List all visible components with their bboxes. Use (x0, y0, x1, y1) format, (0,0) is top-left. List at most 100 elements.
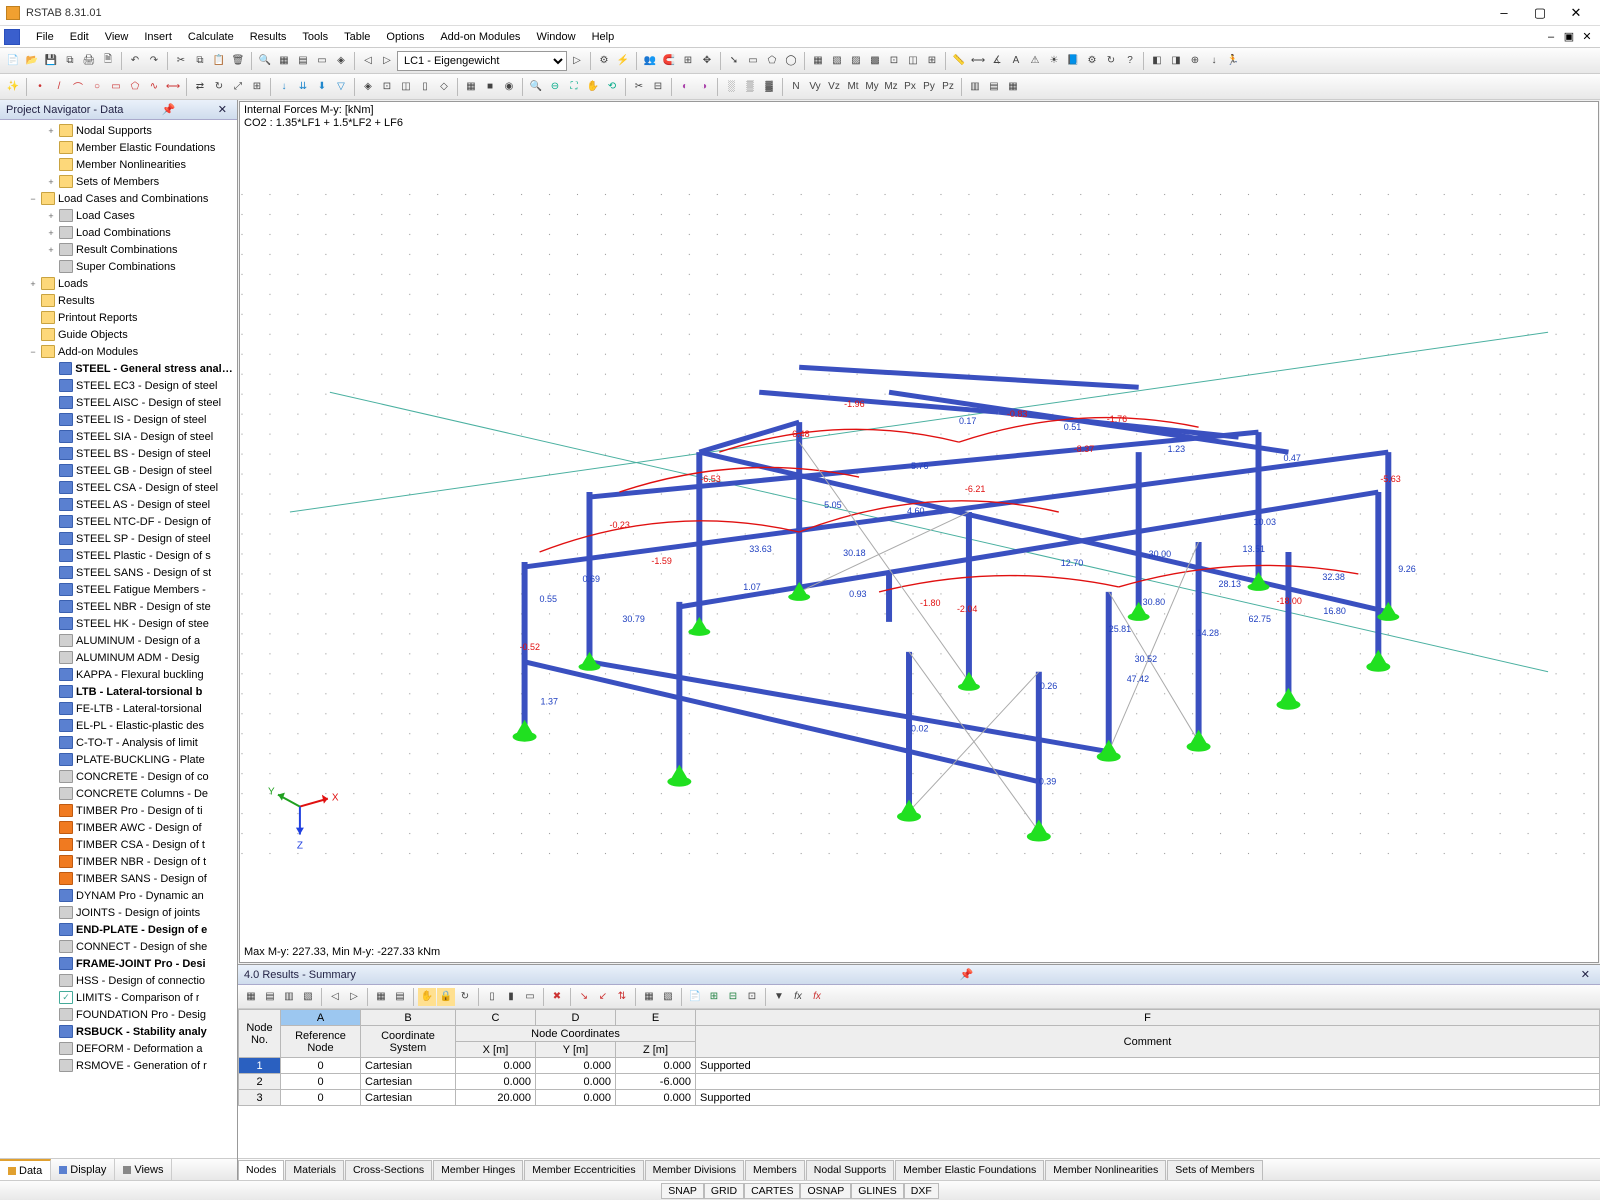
tb2-wand-icon[interactable]: ✨ (4, 78, 22, 96)
tree-item[interactable]: STEEL HK - Design of stee (0, 615, 237, 632)
tb-refresh-icon[interactable]: ↻ (1102, 52, 1120, 70)
tree-item[interactable]: DEFORM - Deformation a (0, 1040, 237, 1057)
tree-item[interactable]: STEEL GB - Design of steel (0, 462, 237, 479)
tb2-zoom-out-icon[interactable]: ⊖ (546, 78, 564, 96)
tb2-rect-icon[interactable]: ▭ (107, 78, 125, 96)
expand-icon[interactable]: + (46, 245, 56, 255)
tb2-orbit-icon[interactable]: ⟲ (603, 78, 621, 96)
tb-show6-icon[interactable]: ◫ (904, 52, 922, 70)
tb2-load2-icon[interactable]: ⇊ (294, 78, 312, 96)
tree-item[interactable]: CONCRETE - Design of co (0, 768, 237, 785)
menu-results[interactable]: Results (242, 29, 295, 45)
tb-cut-icon[interactable]: ✂ (172, 52, 190, 70)
tb2-zoom-fit-icon[interactable]: ⛶ (565, 78, 583, 96)
tree-item[interactable]: TIMBER Pro - Design of ti (0, 802, 237, 819)
tb-measure-icon[interactable]: 📏 (950, 52, 968, 70)
status-cartes[interactable]: CARTES (744, 1183, 800, 1199)
expand-icon[interactable]: + (46, 126, 56, 136)
tb-next2-icon[interactable]: ▷ (568, 52, 586, 70)
tb2-poly-icon[interactable]: ⬠ (126, 78, 144, 96)
table-row[interactable]: 20Cartesian0.0000.000-6.000 (239, 1074, 1600, 1090)
tb-gear-icon[interactable]: ⚙ (1083, 52, 1101, 70)
tree-item[interactable]: Printout Reports (0, 309, 237, 326)
maximize-button[interactable]: ▢ (1522, 1, 1558, 25)
cell[interactable]: Supported (696, 1090, 1600, 1106)
nav-tab-display[interactable]: Display (51, 1159, 115, 1180)
tb2-array-icon[interactable]: ⊞ (248, 78, 266, 96)
col-comment[interactable]: Comment (696, 1026, 1600, 1058)
bottom-tab-nodal-supports[interactable]: Nodal Supports (806, 1160, 894, 1180)
tree-item[interactable]: TIMBER CSA - Design of t (0, 836, 237, 853)
bottom-tab-members[interactable]: Members (745, 1160, 805, 1180)
status-glines[interactable]: GLINES (851, 1183, 904, 1199)
menu-file[interactable]: File (28, 29, 62, 45)
tree-item[interactable]: HSS - Design of connectio (0, 972, 237, 989)
bottom-tab-nodes[interactable]: Nodes (238, 1160, 284, 1180)
tb-print-icon[interactable]: 🖨 (80, 52, 98, 70)
rtb-1-icon[interactable]: ▦ (242, 988, 260, 1006)
tb2-view-side-icon[interactable]: ▯ (416, 78, 434, 96)
tb-book-icon[interactable]: 📘 (1064, 52, 1082, 70)
tree-item[interactable]: STEEL AS - Design of steel (0, 496, 237, 513)
tb2-view-iso-icon[interactable]: ◈ (359, 78, 377, 96)
results-pin-icon[interactable]: 📌 (955, 968, 977, 981)
tree-item[interactable]: ✓LIMITS - Comparison of r (0, 989, 237, 1006)
tb2-mirror-icon[interactable]: ⇄ (191, 78, 209, 96)
tree-item[interactable]: +Result Combinations (0, 241, 237, 258)
tree-item[interactable]: TIMBER SANS - Design of (0, 870, 237, 887)
tb-find-icon[interactable]: 🔍 (256, 52, 274, 70)
bottom-tab-materials[interactable]: Materials (285, 1160, 344, 1180)
tree-item[interactable]: ALUMINUM - Design of a (0, 632, 237, 649)
tb-next-icon[interactable]: ▷ (378, 52, 396, 70)
tree-item[interactable]: JOINTS - Design of joints (0, 904, 237, 921)
rtb-grid1-icon[interactable]: ▦ (640, 988, 658, 1006)
menu-addon-modules[interactable]: Add-on Modules (432, 29, 528, 45)
tb2-load1-icon[interactable]: ↓ (275, 78, 293, 96)
cell[interactable]: Cartesian (361, 1074, 456, 1090)
tb-show7-icon[interactable]: ⊞ (923, 52, 941, 70)
menu-window[interactable]: Window (528, 29, 583, 45)
tb2-vy-icon[interactable]: Vy (806, 78, 824, 96)
row-header[interactable]: 1 (239, 1058, 281, 1074)
tb-undo-icon[interactable]: ↶ (126, 52, 144, 70)
rtb-csv-icon[interactable]: ⊡ (743, 988, 761, 1006)
tree-item[interactable]: −Load Cases and Combinations (0, 190, 237, 207)
tree-item[interactable]: −Add-on Modules (0, 343, 237, 360)
tb-help-icon[interactable]: ? (1121, 52, 1139, 70)
bottom-tab-member-eccentricities[interactable]: Member Eccentricities (524, 1160, 643, 1180)
tree-item[interactable]: FOUNDATION Pro - Desig (0, 1006, 237, 1023)
tree-item[interactable]: +Load Combinations (0, 224, 237, 241)
tb-redo-icon[interactable]: ↷ (145, 52, 163, 70)
tb2-n-icon[interactable]: N (787, 78, 805, 96)
rtb-fx2-icon[interactable]: fx (808, 988, 826, 1006)
tb-mod2-icon[interactable]: ◨ (1167, 52, 1185, 70)
tb2-load4-icon[interactable]: ▽ (332, 78, 350, 96)
rtb-col2-icon[interactable]: ▮ (502, 988, 520, 1006)
tree-item[interactable]: END-PLATE - Design of e (0, 921, 237, 938)
tb-delete-icon[interactable]: 🗑 (229, 52, 247, 70)
tb2-spline-icon[interactable]: ∿ (145, 78, 163, 96)
tb-angle-icon[interactable]: ∡ (988, 52, 1006, 70)
tb2-vz-icon[interactable]: Vz (825, 78, 843, 96)
tb-save-icon[interactable]: 💾 (42, 52, 60, 70)
cell[interactable]: Supported (696, 1058, 1600, 1074)
tb2-disp2-icon[interactable]: ▤ (985, 78, 1003, 96)
tb-mod4-icon[interactable]: ↓ (1205, 52, 1223, 70)
model-viewport[interactable]: Internal Forces M-y: [kNm] CO2 : 1.35*LF… (239, 101, 1599, 963)
tb-warn-icon[interactable]: ⚠ (1026, 52, 1044, 70)
tb2-scale-icon[interactable]: ⤢ (229, 78, 247, 96)
tb-calc-icon[interactable]: ⚙ (595, 52, 613, 70)
rtb-filter-icon[interactable]: ▼ (770, 988, 788, 1006)
tb-copy-icon[interactable]: ⧉ (191, 52, 209, 70)
tb-show3-icon[interactable]: ▨ (847, 52, 865, 70)
tb2-zoom-in-icon[interactable]: 🔍 (527, 78, 545, 96)
tb2-pz-icon[interactable]: Pz (939, 78, 957, 96)
tb-magnet-icon[interactable]: 🧲 (660, 52, 678, 70)
cell[interactable] (696, 1074, 1600, 1090)
rtb-8-icon[interactable]: ▤ (391, 988, 409, 1006)
tree-item[interactable]: LTB - Lateral-torsional b (0, 683, 237, 700)
tb-show1-icon[interactable]: ▦ (809, 52, 827, 70)
col-coord-sys[interactable]: Coordinate System (361, 1026, 456, 1058)
tree-item[interactable]: +Sets of Members (0, 173, 237, 190)
tb-select-icon[interactable]: ▭ (744, 52, 762, 70)
